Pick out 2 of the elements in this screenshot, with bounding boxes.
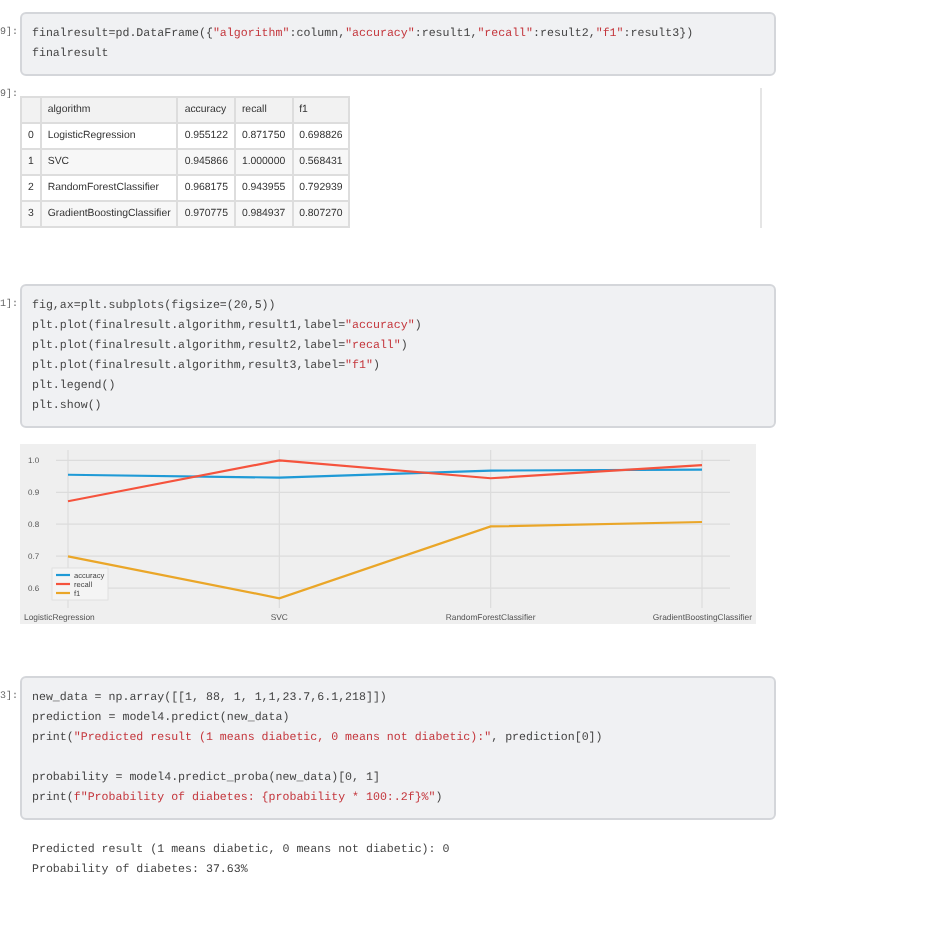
code-cell[interactable]: [20, 676, 776, 820]
code-cell[interactable]: [20, 284, 776, 428]
